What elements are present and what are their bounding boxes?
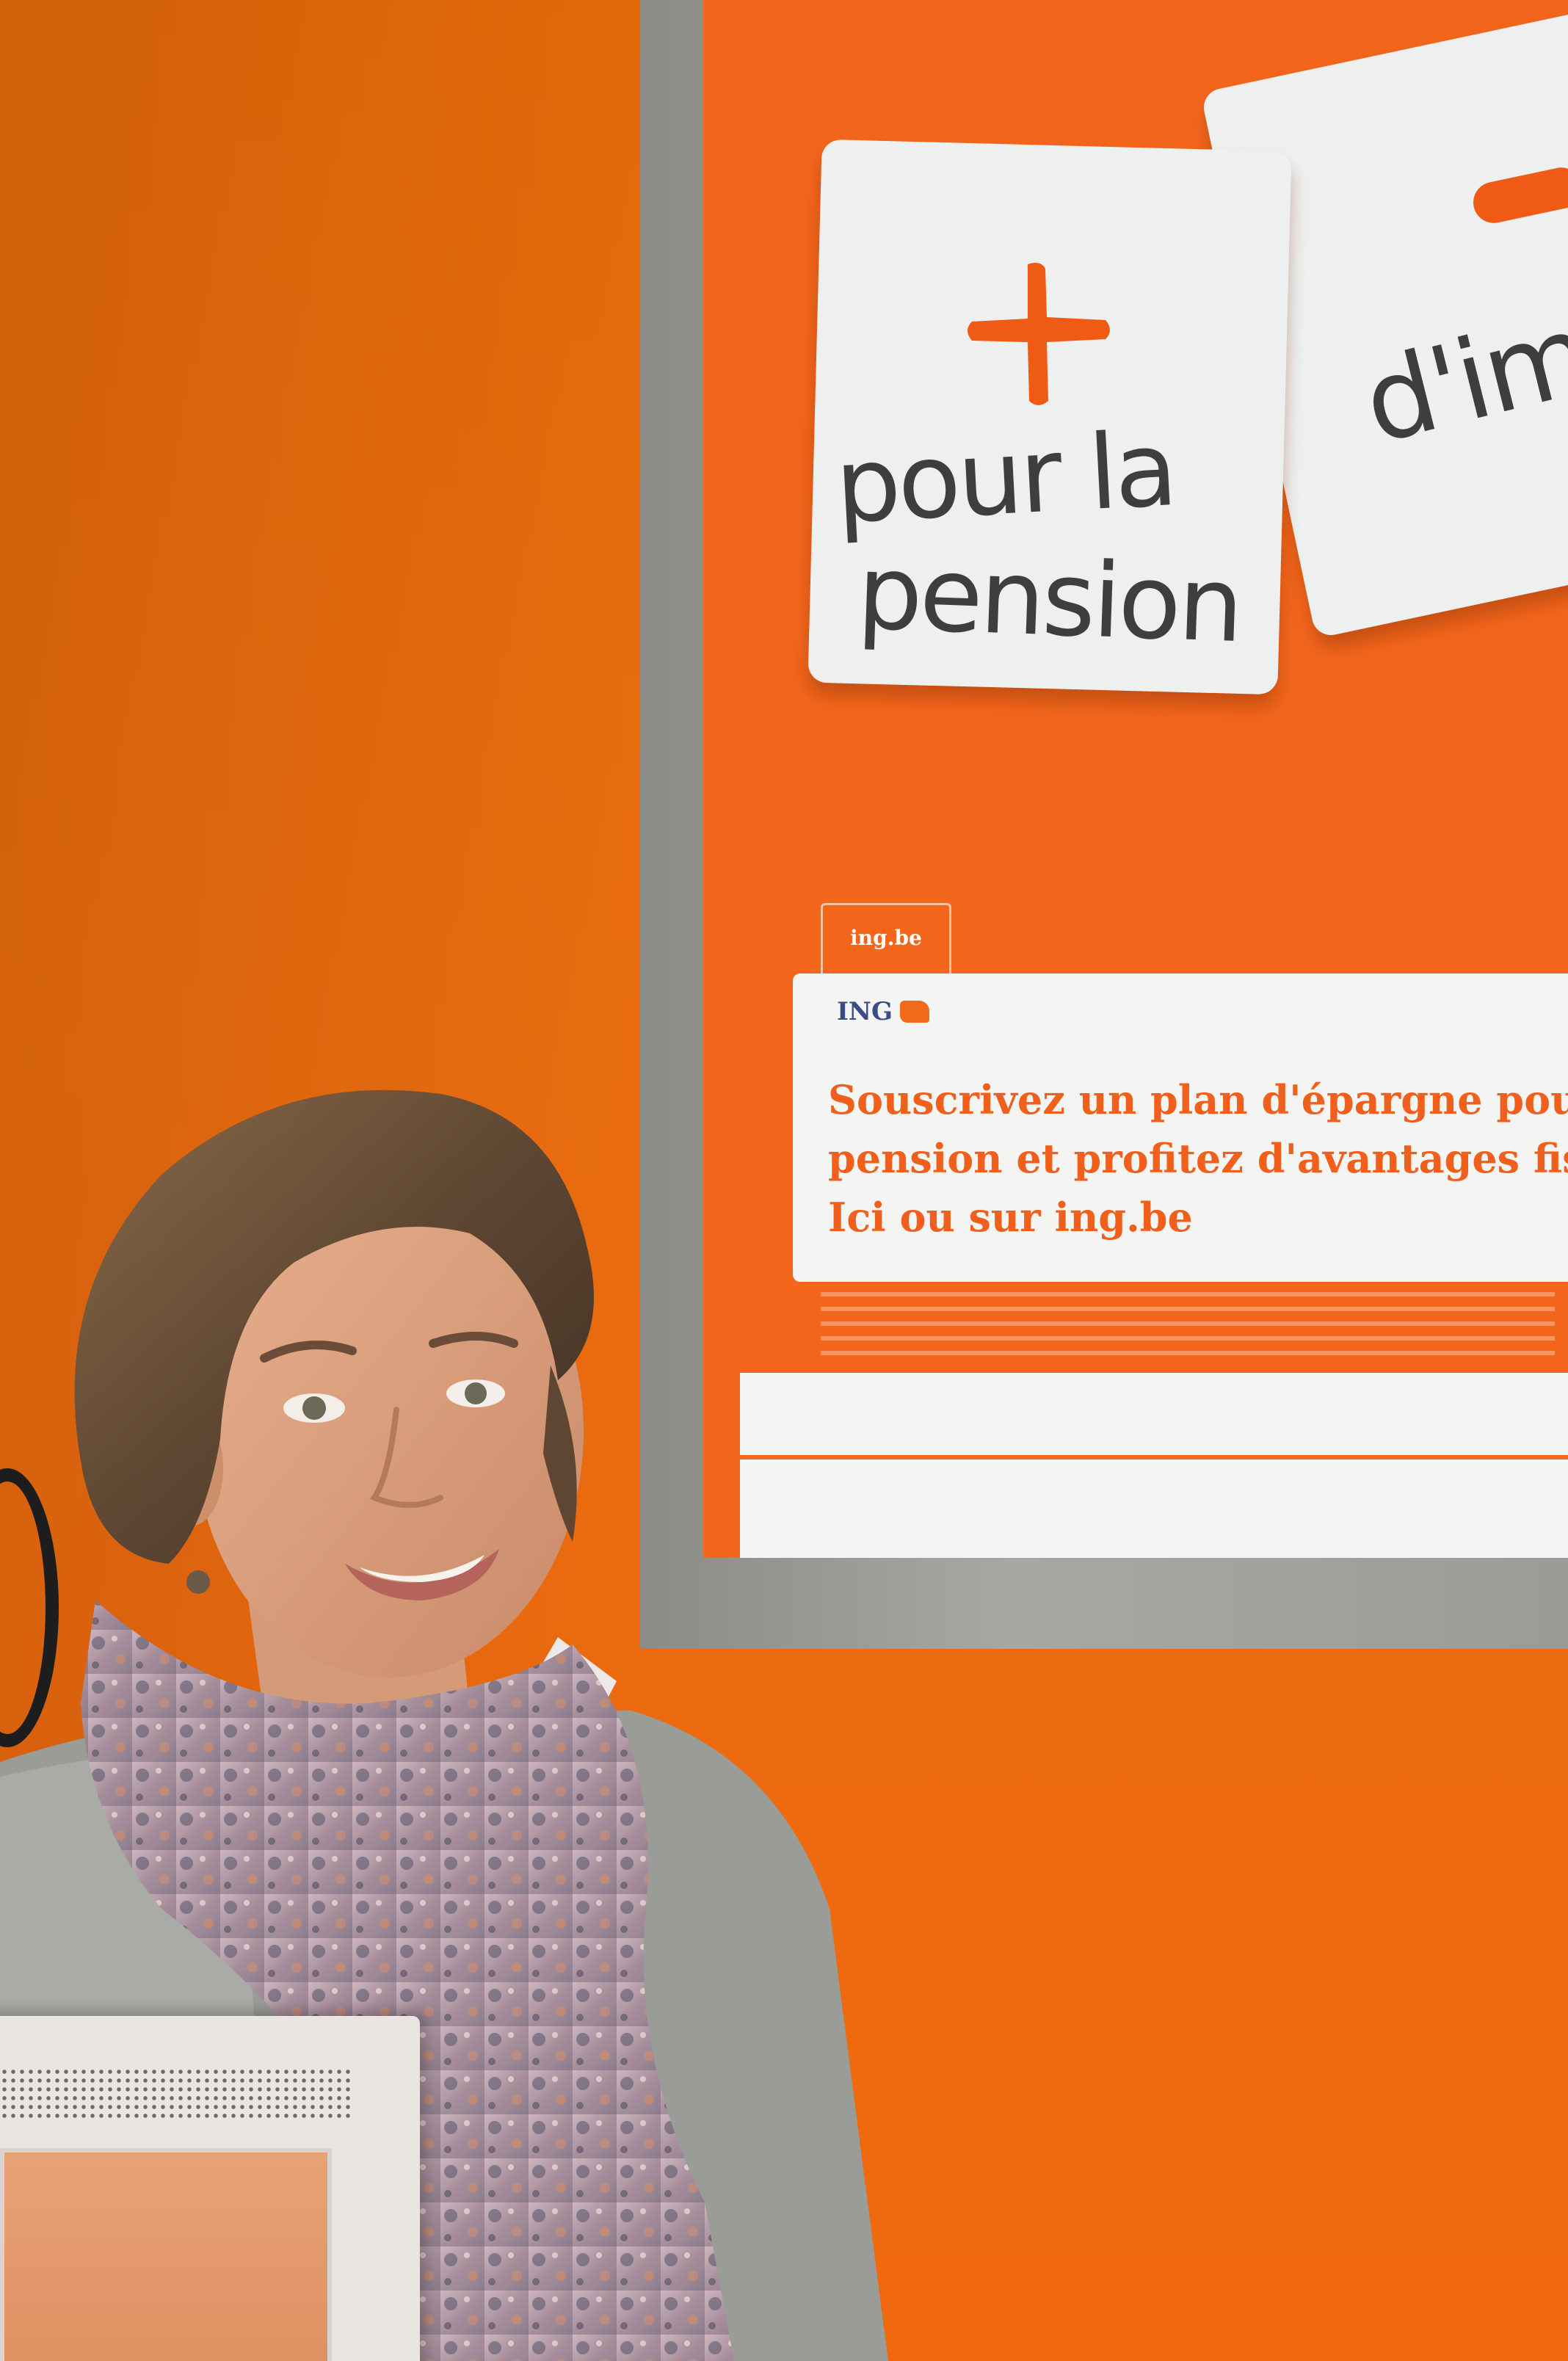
photo-scene: pour la pension d'im ing.be ING Souscriv… bbox=[0, 0, 1568, 2361]
computer-monitor bbox=[0, 2016, 420, 2361]
monitor-back-panel bbox=[0, 2148, 332, 2361]
monitor-vent-grille bbox=[0, 2067, 352, 2119]
smiling-woman bbox=[0, 1089, 888, 2361]
